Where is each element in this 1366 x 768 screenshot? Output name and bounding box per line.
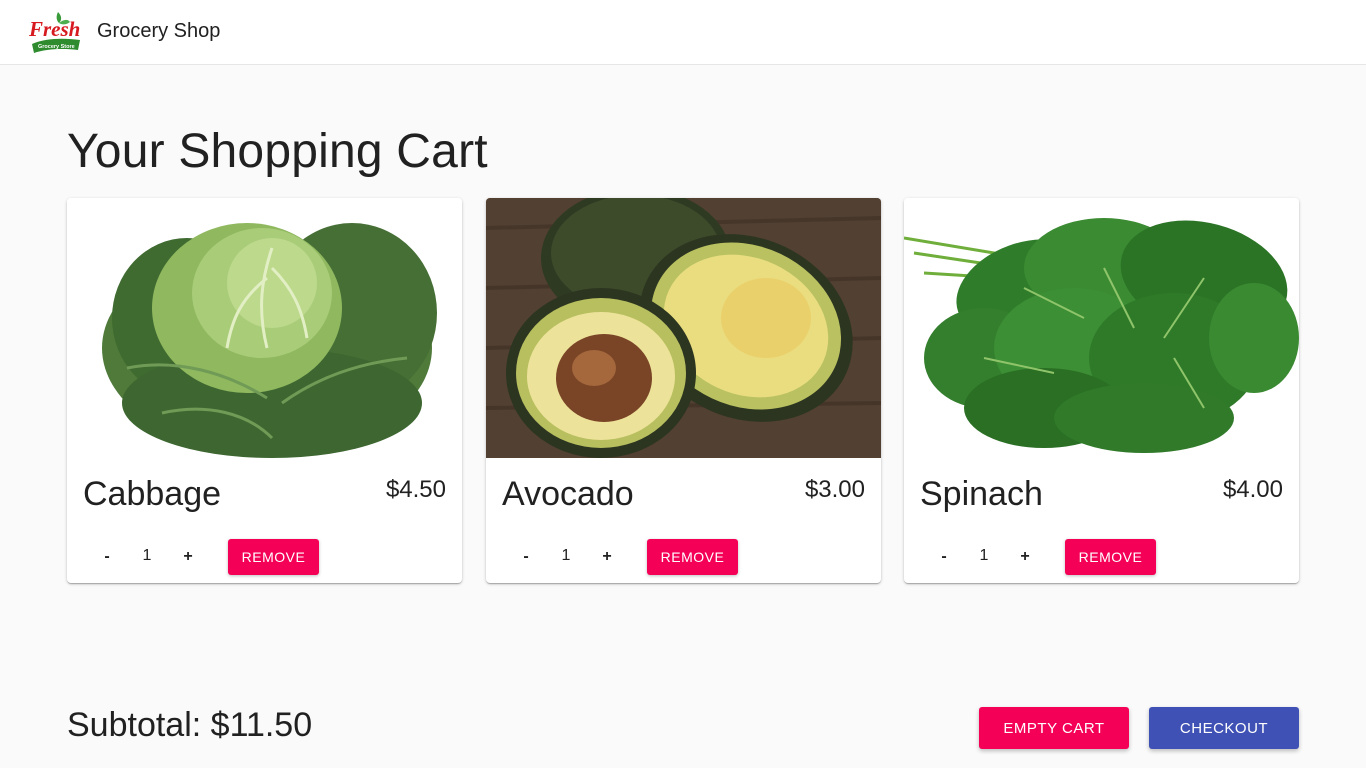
cabbage-image bbox=[67, 198, 462, 458]
increase-quantity-button[interactable]: + bbox=[591, 539, 623, 575]
product-price: $4.50 bbox=[385, 476, 446, 503]
quantity-stepper: - 1 + Remove bbox=[510, 539, 860, 575]
logo-subtext: Grocery Store bbox=[38, 44, 75, 50]
product-name: Avocado bbox=[502, 475, 634, 513]
remove-button[interactable]: Remove bbox=[1065, 539, 1156, 575]
quantity-stepper: - 1 + Remove bbox=[91, 539, 441, 575]
fresh-logo[interactable]: Fresh Grocery Store bbox=[28, 10, 84, 54]
logo-wordmark: Fresh bbox=[28, 17, 80, 41]
subtotal: Subtotal: $11.50 bbox=[67, 706, 313, 744]
decrease-quantity-button[interactable]: - bbox=[928, 539, 960, 575]
cart-items: Cabbage $4.50 - 1 + Remove bbox=[67, 198, 1299, 584]
cart-item-card: Cabbage $4.50 - 1 + Remove bbox=[67, 198, 462, 583]
quantity-value: 1 bbox=[142, 547, 152, 564]
app-bar: Fresh Grocery Store Grocery Shop bbox=[0, 0, 1366, 65]
product-name: Spinach bbox=[920, 475, 1043, 513]
product-name: Cabbage bbox=[83, 475, 222, 513]
app-title: Grocery Shop bbox=[97, 20, 221, 42]
remove-button[interactable]: Remove bbox=[228, 539, 319, 575]
decrease-quantity-button[interactable]: - bbox=[510, 539, 542, 575]
fresh-logo-graphic: Fresh Grocery Store bbox=[28, 12, 80, 53]
spinach-image bbox=[904, 198, 1299, 458]
page-title: Your Shopping Cart bbox=[67, 125, 488, 178]
quantity-value: 1 bbox=[979, 547, 989, 564]
product-price: $4.00 bbox=[1222, 476, 1283, 503]
avocado-image bbox=[486, 198, 881, 458]
empty-cart-button[interactable]: Empty Cart bbox=[979, 707, 1129, 749]
decrease-quantity-button[interactable]: - bbox=[91, 539, 123, 575]
quantity-stepper: - 1 + Remove bbox=[928, 539, 1278, 575]
quantity-value: 1 bbox=[561, 547, 571, 564]
cart-item-card: Spinach $4.00 - 1 + Remove bbox=[904, 198, 1299, 583]
checkout-button[interactable]: Checkout bbox=[1149, 707, 1299, 749]
cart-item-card: Avocado $3.00 - 1 + Remove bbox=[486, 198, 881, 583]
increase-quantity-button[interactable]: + bbox=[1009, 539, 1041, 575]
remove-button[interactable]: Remove bbox=[647, 539, 738, 575]
product-price: $3.00 bbox=[804, 476, 865, 503]
increase-quantity-button[interactable]: + bbox=[172, 539, 204, 575]
